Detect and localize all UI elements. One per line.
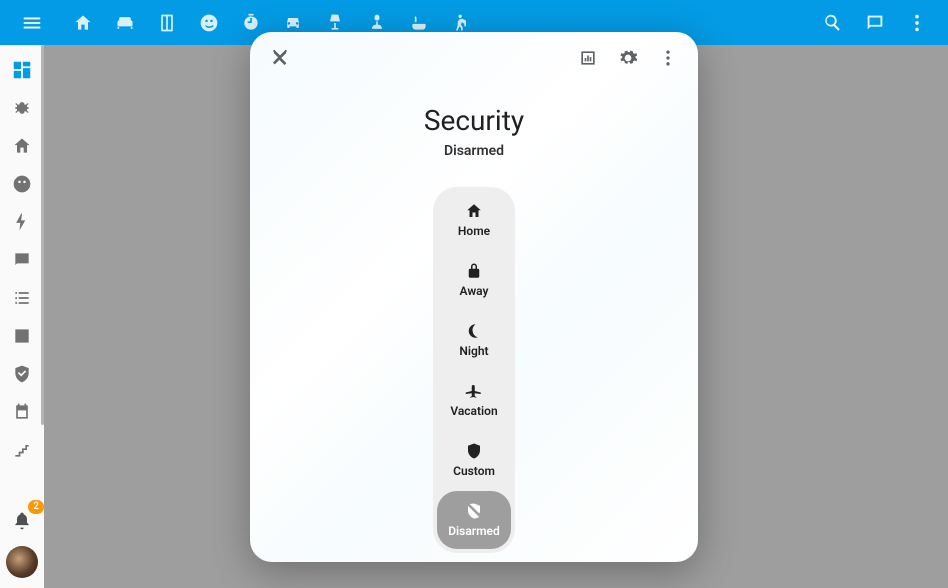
mode-home[interactable]: Home: [437, 191, 511, 249]
dialog-history-button[interactable]: [568, 38, 608, 78]
security-dialog: Security Disarmed Home Away Night: [250, 32, 698, 562]
dialog-title: Security: [250, 104, 698, 137]
mode-label: Vacation: [450, 404, 497, 418]
mode-label: Custom: [453, 464, 495, 478]
shield-off-icon: [465, 502, 483, 520]
airplane-icon: [465, 382, 483, 400]
dialog-close-button[interactable]: [260, 38, 300, 78]
mode-label: Disarmed: [448, 524, 500, 538]
lock-icon: [465, 262, 483, 280]
mode-night[interactable]: Night: [437, 311, 511, 369]
dialog-overflow-button[interactable]: [648, 38, 688, 78]
mode-vacation[interactable]: Vacation: [437, 371, 511, 429]
dialog-overlay: Security Disarmed Home Away Night: [0, 0, 948, 588]
dialog-subtitle: Disarmed: [250, 143, 698, 159]
mode-label: Night: [459, 344, 488, 358]
mode-custom[interactable]: Custom: [437, 431, 511, 489]
dialog-header: [250, 32, 698, 78]
mode-label: Home: [458, 224, 490, 238]
mode-label: Away: [460, 284, 489, 298]
dialog-settings-button[interactable]: [608, 38, 648, 78]
home-icon: [465, 202, 483, 220]
mode-disarmed[interactable]: Disarmed: [437, 491, 511, 549]
moon-icon: [465, 322, 483, 340]
shield-icon: [465, 442, 483, 460]
alarm-modes: Home Away Night Vacation Custom: [433, 187, 515, 553]
mode-away[interactable]: Away: [437, 251, 511, 309]
